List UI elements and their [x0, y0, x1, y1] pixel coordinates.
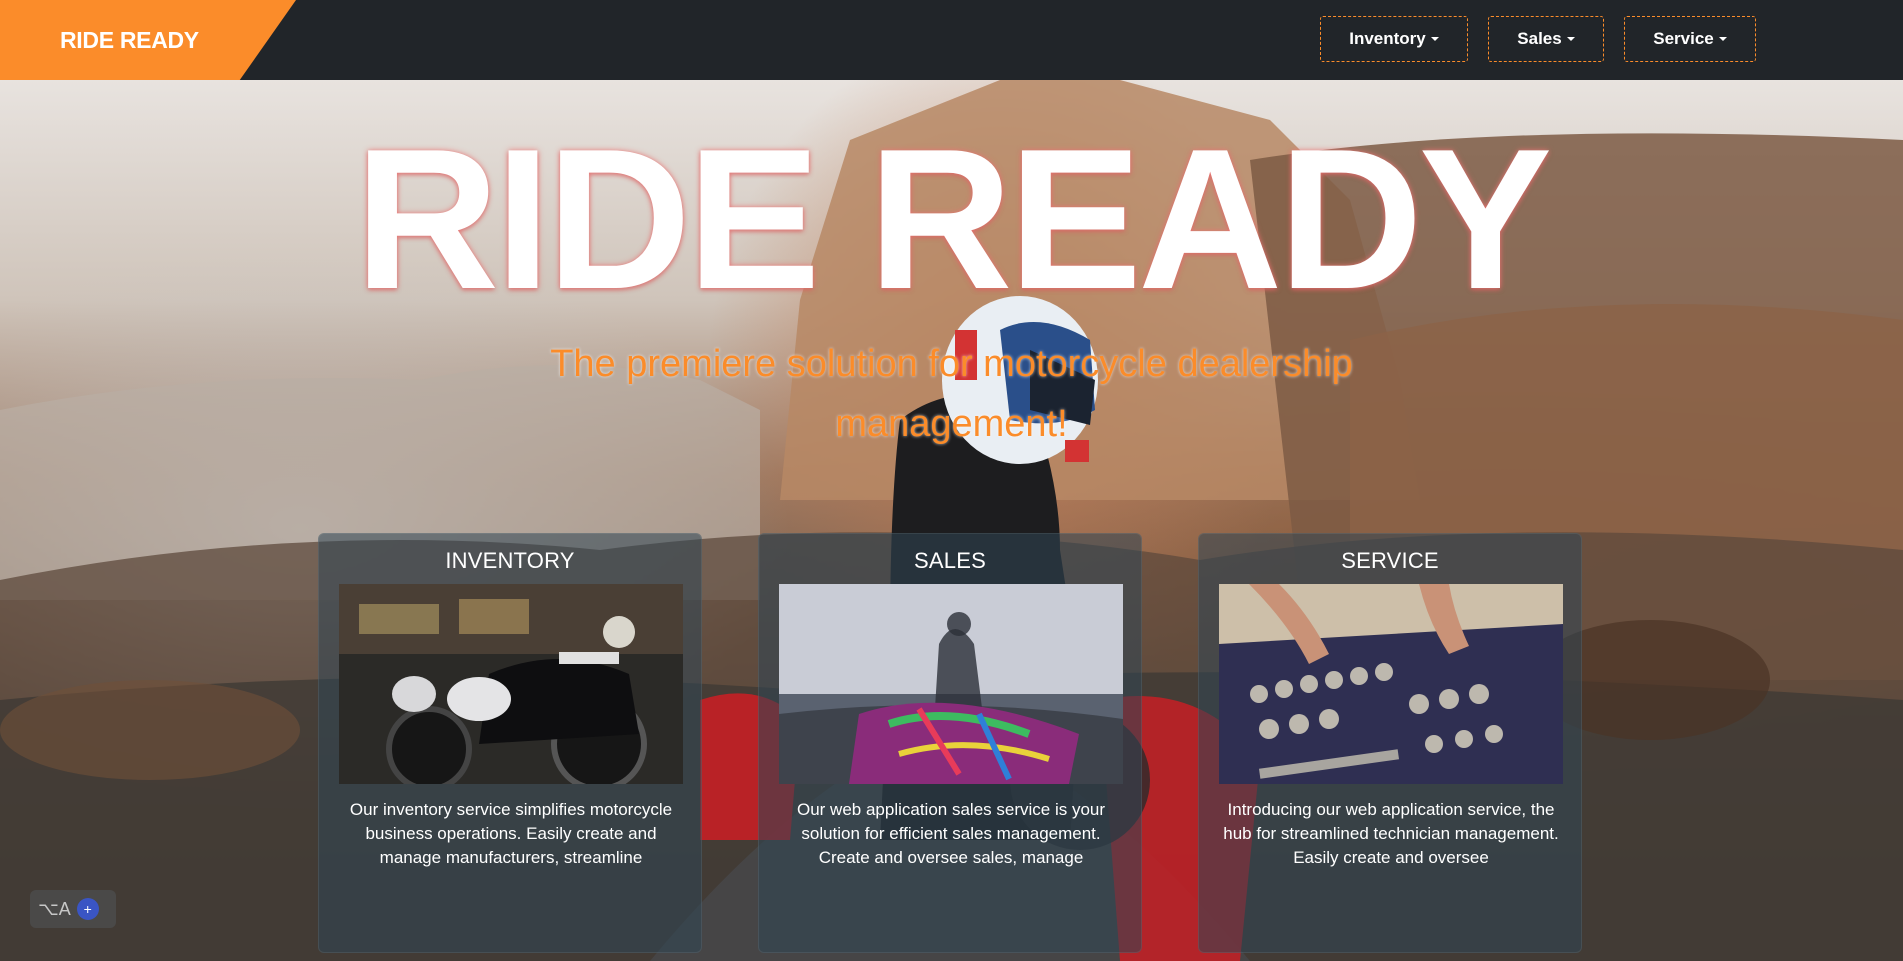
chevron-down-icon	[1566, 37, 1575, 41]
brand-logo-link[interactable]: RIDE READY	[0, 0, 296, 80]
sales-dropdown-button[interactable]: Sales	[1488, 16, 1604, 62]
inventory-card: INVENTORY Our inventory service simplifi…	[318, 533, 702, 953]
sales-card-image	[779, 584, 1123, 784]
card-title: INVENTORY	[445, 548, 575, 573]
service-card: SERVICE Introducing our web application …	[1198, 533, 1582, 953]
inventory-dropdown-label: Inventory	[1349, 29, 1426, 48]
card-description: Our inventory service simplifies motorcy…	[349, 800, 673, 867]
assistant-icon: +	[76, 898, 99, 920]
hero-subtitle: The premiere solution for motorcycle dea…	[550, 343, 1353, 445]
sales-dropdown-label: Sales	[1517, 29, 1562, 48]
chevron-down-icon	[1430, 37, 1439, 41]
service-dropdown-button[interactable]: Service	[1624, 16, 1756, 62]
card-description: Our web application sales service is you…	[796, 800, 1106, 867]
navbar: RIDE READY Inventory Sales Service	[0, 0, 1903, 80]
sales-card: SALES Our web application sales service …	[758, 533, 1142, 953]
card-description: Introducing our web application service,…	[1223, 800, 1559, 867]
shortcut-label: ⌥A	[38, 898, 71, 919]
inventory-dropdown-button[interactable]: Inventory	[1320, 16, 1468, 62]
chevron-down-icon	[1718, 37, 1727, 41]
card-title: SERVICE	[1341, 548, 1439, 573]
hero-title: RIDE READY	[354, 108, 1553, 331]
service-dropdown-label: Service	[1653, 29, 1714, 48]
keyboard-shortcut-widget[interactable]: ⌥A +	[30, 890, 116, 928]
nav-menu: Inventory Sales Service	[1320, 16, 1756, 62]
service-card-image	[1219, 584, 1563, 784]
brand-name: RIDE READY	[60, 26, 199, 53]
inventory-card-image	[339, 584, 683, 784]
card-title: SALES	[914, 548, 986, 573]
